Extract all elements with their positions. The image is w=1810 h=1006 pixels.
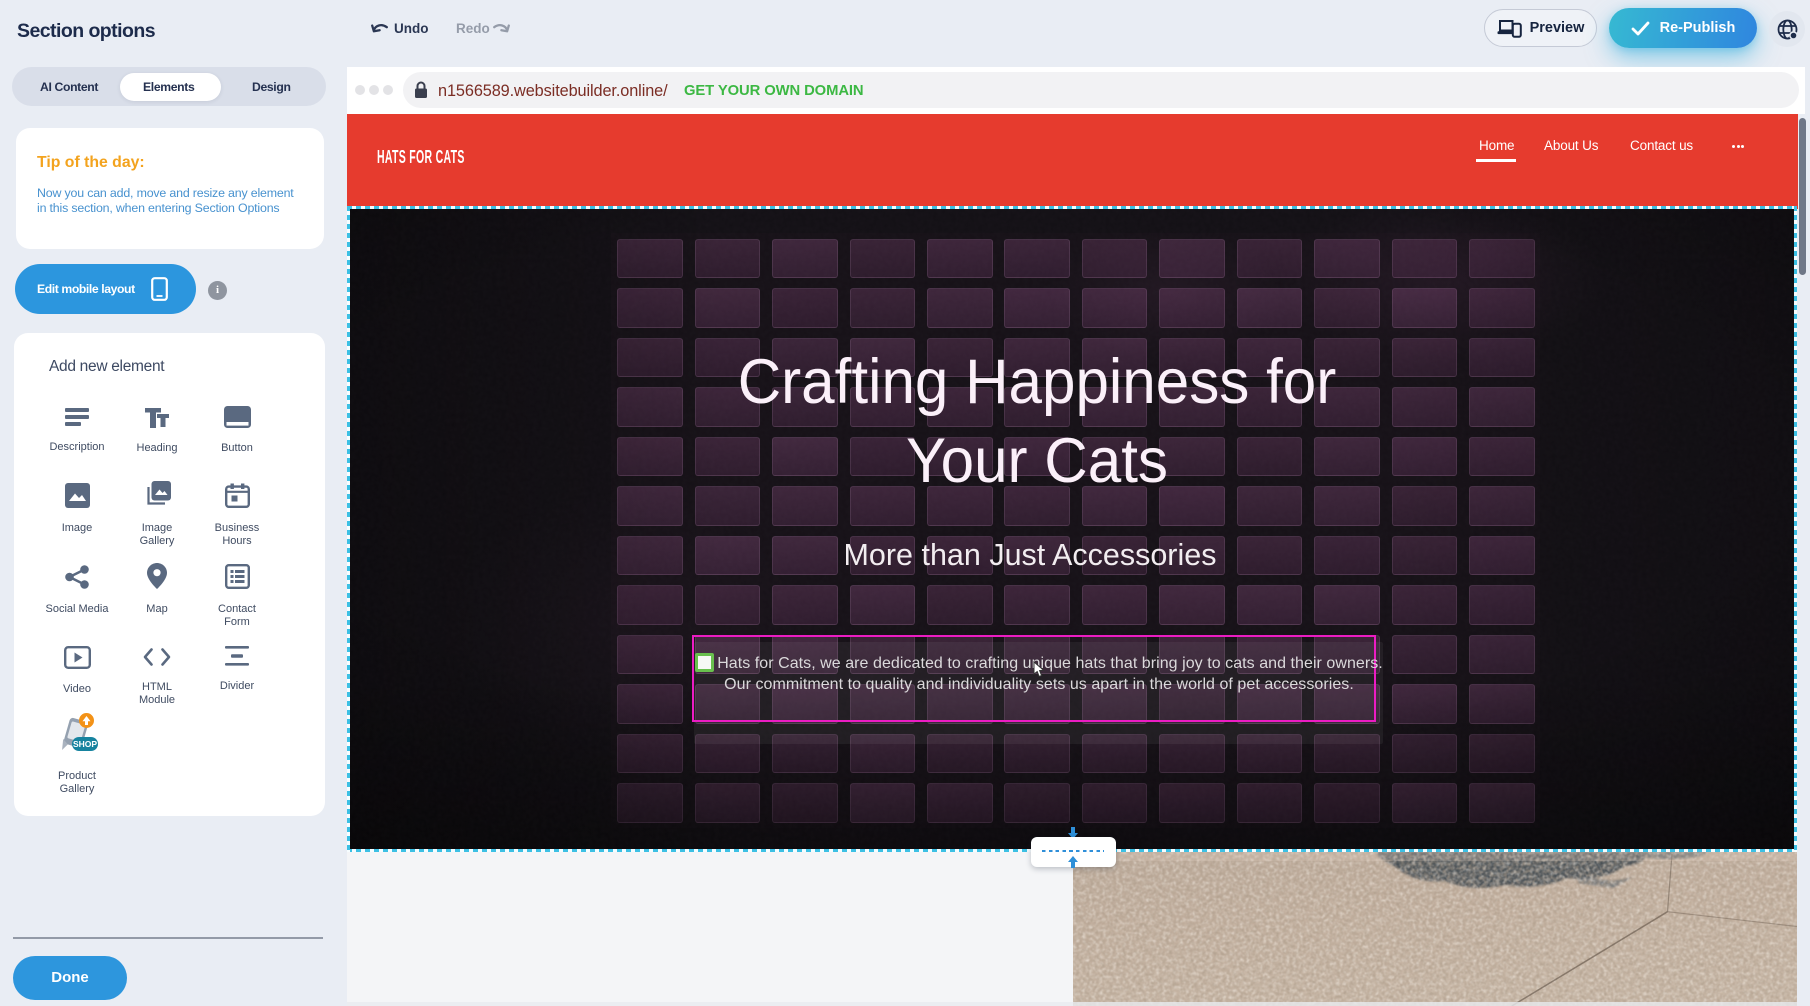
svg-text:SHOP: SHOP bbox=[73, 739, 97, 749]
